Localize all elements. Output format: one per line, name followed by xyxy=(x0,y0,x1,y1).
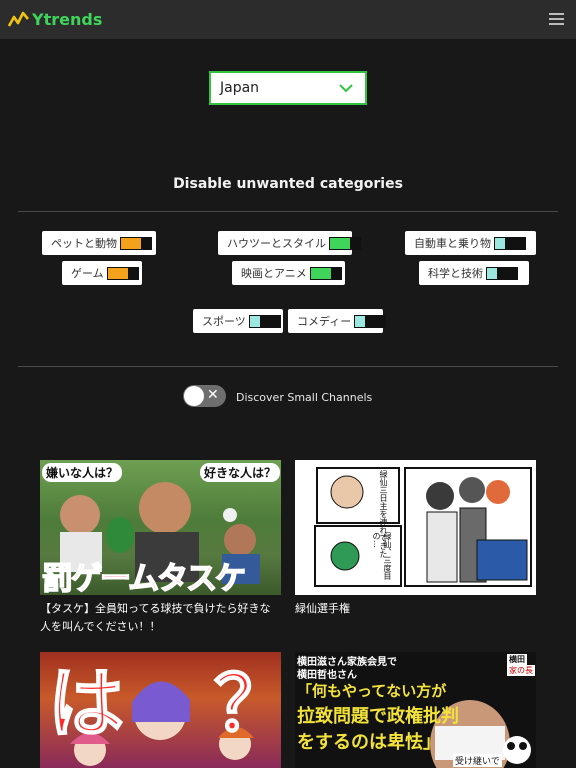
divider xyxy=(18,211,558,212)
thumbnail-text: 罰ゲームタスケ xyxy=(41,560,247,595)
category-chip-autos[interactable]: 自動車と乗り物 xyxy=(405,231,536,255)
thumbnail-text: 「何もやってない方が xyxy=(297,682,447,700)
thumbnail-text: ？ xyxy=(213,652,281,752)
hamburger-icon[interactable] xyxy=(549,13,564,25)
category-chip-howto[interactable]: ハウツーとスタイル xyxy=(218,231,361,255)
category-color-swatch xyxy=(329,236,361,250)
country-select[interactable]: Japan xyxy=(209,71,367,105)
video-thumbnail[interactable]: は ？ xyxy=(40,652,281,768)
thumbnail-art xyxy=(314,467,532,587)
thumbnail-text: 横田哲也さん xyxy=(297,670,357,681)
category-label: 自動車と乗り物 xyxy=(414,237,491,250)
video-card[interactable]: 緑仙三日主を連れてきた 緑仙、三度目の… 緑仙選手権 xyxy=(295,460,536,640)
category-color-swatch xyxy=(494,236,526,250)
thumbnail-text: 受け継いで xyxy=(453,754,502,767)
video-thumbnail[interactable]: 緑仙三日主を連れてきた 緑仙、三度目の… xyxy=(295,460,536,595)
category-color-swatch xyxy=(486,266,518,280)
brand-logo[interactable]: Ytrends xyxy=(8,7,102,31)
video-thumbnail[interactable]: 嫌いな人は？ 好きな人は？ 罰ゲームタスケ xyxy=(40,460,281,595)
thumbnail-text: 好きな人は？ xyxy=(200,463,281,482)
chevron-down-icon xyxy=(339,84,353,93)
brand-name: Ytrends xyxy=(32,9,103,29)
category-chip-gaming[interactable]: ゲーム xyxy=(62,261,142,285)
category-chip-comedy[interactable]: コメディー xyxy=(288,309,387,333)
video-thumbnail[interactable]: 横田滋さん家族会見で 横田哲也さん 「何もやってない方が 拉致問題で政権批判 を… xyxy=(295,652,536,768)
video-title[interactable]: 【タスケ】全員知ってる球技で負けたら好きな人を叫んでください！！ xyxy=(40,600,281,636)
country-select-value: Japan xyxy=(220,80,260,96)
category-label: スポーツ xyxy=(202,315,246,328)
video-title[interactable]: 緑仙選手権 xyxy=(295,600,536,618)
category-color-swatch xyxy=(120,236,152,250)
video-card[interactable]: は ？ xyxy=(40,652,281,768)
close-icon: ✕ xyxy=(207,387,219,403)
thumbnail-text: 家の長 xyxy=(507,665,535,676)
small-channels-label: Discover Small Channels xyxy=(236,391,373,404)
thumbnail-text: は xyxy=(47,658,125,749)
category-color-swatch xyxy=(354,314,387,328)
category-label: ゲーム xyxy=(71,267,104,280)
category-label: コメディー xyxy=(297,315,352,328)
toggle-knob xyxy=(184,386,204,406)
category-label: 映画とアニメ xyxy=(241,267,307,280)
category-chip-science[interactable]: 科学と技術 xyxy=(419,261,529,285)
category-label: ハウツーとスタイル xyxy=(227,237,326,250)
thumbnail-text: 横田 xyxy=(507,654,527,665)
trend-chart-icon xyxy=(8,11,29,27)
small-channels-toggle[interactable]: ✕ xyxy=(183,385,226,407)
category-color-swatch xyxy=(106,266,139,280)
categories-heading: Disable unwanted categories xyxy=(173,176,403,192)
category-chip-sports[interactable]: スポーツ xyxy=(193,309,283,333)
thumbnail-text: 嫌いな人は？ xyxy=(42,463,123,482)
category-label: ペットと動物 xyxy=(51,237,117,250)
divider xyxy=(18,366,558,367)
category-chip-film[interactable]: 映画とアニメ xyxy=(232,261,345,285)
thumbnail-text: 緑仙、三度目の… xyxy=(372,532,392,580)
category-chip-pets[interactable]: ペットと動物 xyxy=(42,231,156,255)
category-color-swatch xyxy=(248,314,281,328)
video-card[interactable]: 嫌いな人は？ 好きな人は？ 罰ゲームタスケ 【タスケ】全員知ってる球技で負けたら… xyxy=(40,460,281,640)
category-color-swatch xyxy=(309,266,342,280)
video-card[interactable]: 横田滋さん家族会見で 横田哲也さん 「何もやってない方が 拉致問題で政権批判 を… xyxy=(295,652,536,768)
thumbnail-text: をするのは卑怯」 xyxy=(297,732,441,753)
category-label: 科学と技術 xyxy=(428,267,483,280)
top-bar: Ytrends xyxy=(0,0,576,39)
thumbnail-text: 拉致問題で政権批判 xyxy=(297,706,459,727)
